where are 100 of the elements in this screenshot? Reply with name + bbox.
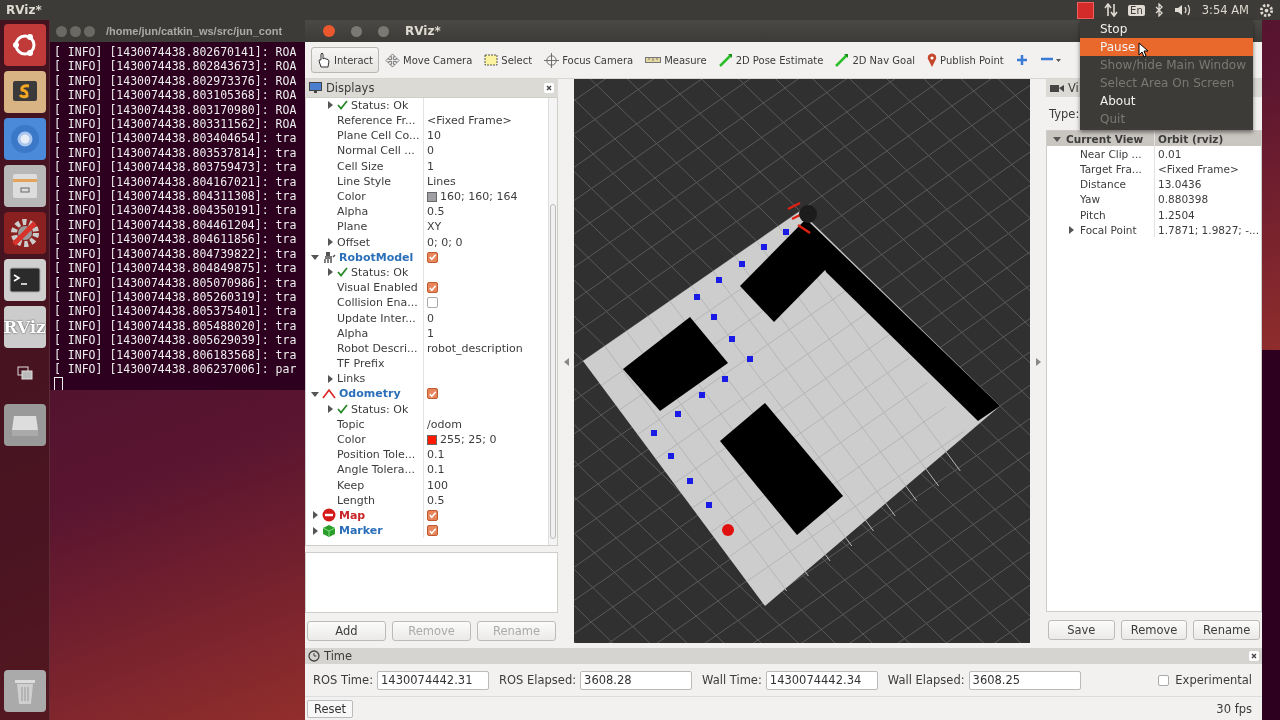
log-line: [ INFO] [1430074438.804167021]: tra xyxy=(54,174,298,190)
clock[interactable]: 3:54 AM xyxy=(1201,3,1249,17)
panel-button[interactable]: Save xyxy=(1048,620,1115,640)
maximize-icon[interactable] xyxy=(378,25,389,37)
expander-arrow-icon[interactable] xyxy=(326,374,334,383)
property-value: XY xyxy=(427,220,442,234)
expander-arrow-icon[interactable] xyxy=(311,526,319,535)
checkbox[interactable] xyxy=(427,525,438,537)
close-icon[interactable] xyxy=(544,82,554,93)
globe-icon xyxy=(8,123,41,155)
property-name: Offset xyxy=(337,235,371,249)
expander-arrow-icon[interactable] xyxy=(326,405,334,414)
panel-button[interactable]: Remove xyxy=(1120,620,1188,640)
status-label: Status: Ok xyxy=(351,402,409,416)
panel-title: Time xyxy=(324,649,354,663)
checkbox[interactable] xyxy=(427,388,438,400)
expander-arrow-icon[interactable] xyxy=(311,511,319,520)
log-line: [ INFO] [1430074438.805375401]: tra xyxy=(54,304,298,319)
checkbox[interactable] xyxy=(1158,674,1170,686)
property-value: 0.01 xyxy=(1158,147,1182,160)
display-name[interactable]: Map xyxy=(339,508,366,522)
expander-arrow-icon[interactable] xyxy=(311,253,319,262)
log-line: [ INFO] [1430074438.803105368]: ROA xyxy=(54,88,298,103)
display-name[interactable]: Odometry xyxy=(339,387,401,401)
log-line: [ INFO] [1430074438.805070986]: tra xyxy=(54,275,298,290)
settings-launcher-button[interactable] xyxy=(3,212,46,254)
menu-item[interactable]: About xyxy=(1080,92,1253,110)
expander-arrow-icon[interactable] xyxy=(311,389,319,398)
expander-arrow-icon[interactable] xyxy=(1053,134,1061,143)
bluetooth-icon[interactable] xyxy=(1154,3,1164,17)
log-line: [ INFO] [1430074438.805260319]: tra xyxy=(54,289,298,305)
clock-icon xyxy=(308,650,320,662)
collapse-arrow-icon[interactable] xyxy=(563,358,569,366)
reset-button[interactable]: Reset xyxy=(307,699,354,718)
file-cabinet-launcher-button[interactable] xyxy=(3,165,46,207)
tool-button[interactable]: Interact xyxy=(311,47,380,73)
keyboard-layout-indicator[interactable]: En xyxy=(1128,4,1145,16)
gear-wrench-icon xyxy=(8,217,41,249)
property-name: Focal Point xyxy=(1080,223,1137,236)
tool-button[interactable]: 2D Nav Goal xyxy=(829,48,922,72)
recorder-icon[interactable] xyxy=(1077,1,1095,19)
property-value: 0.5 xyxy=(427,493,445,507)
terminal-icon xyxy=(8,267,41,293)
text-editor-launcher-button[interactable] xyxy=(3,71,46,113)
expander-arrow-icon[interactable] xyxy=(326,268,334,277)
close-icon[interactable] xyxy=(1249,651,1259,661)
menu-item[interactable]: Stop xyxy=(1080,20,1253,38)
expander-arrow-icon[interactable] xyxy=(326,101,334,110)
collapse-arrow-icon[interactable] xyxy=(1035,358,1041,366)
property-name: Links xyxy=(337,372,366,386)
input-field[interactable]: 3608.28 xyxy=(580,670,693,690)
caret-line-icon xyxy=(322,386,336,401)
property-name: Pitch xyxy=(1080,208,1106,221)
gear-icon[interactable] xyxy=(1259,2,1274,18)
log-line: [ INFO] [1430074438.804350191]: tra xyxy=(54,203,298,218)
robot-icon xyxy=(322,250,336,265)
tool-button[interactable]: 2D Pose Estimate xyxy=(712,48,830,72)
window-title: RViz* xyxy=(405,24,441,38)
display-name[interactable]: Marker xyxy=(339,524,383,538)
input-field[interactable]: 3608.25 xyxy=(968,670,1081,690)
input-field[interactable]: 1430074442.31 xyxy=(377,670,489,690)
property-name: Near Clip ... xyxy=(1080,147,1142,160)
volume-icon[interactable] xyxy=(1173,3,1192,17)
drive-launcher-button[interactable] xyxy=(3,404,46,446)
checkbox[interactable] xyxy=(427,282,438,294)
expander-arrow-icon[interactable] xyxy=(326,238,334,247)
color-swatch[interactable] xyxy=(427,434,437,445)
view-type: Orbit (rviz) xyxy=(1158,132,1224,145)
log-line: [ INFO] [1430074438.803170980]: ROA xyxy=(54,102,298,118)
tool-button[interactable]: Publish Point xyxy=(921,48,1010,72)
panel-button[interactable]: Add xyxy=(307,621,386,641)
property-name: Normal Cell ... xyxy=(337,144,415,158)
checkbox[interactable] xyxy=(427,509,438,521)
tool-button[interactable]: Focus Camera xyxy=(538,47,640,73)
scrollbar[interactable] xyxy=(548,97,557,545)
expander-arrow-icon[interactable] xyxy=(1067,225,1075,234)
trash-launcher-button[interactable] xyxy=(3,670,46,712)
field-label: ROS Time: xyxy=(313,673,373,687)
property-name: Reference Fr... xyxy=(337,114,416,128)
browser-launcher-button[interactable] xyxy=(3,118,46,160)
network-arrows-icon[interactable] xyxy=(1104,3,1119,17)
tool-button[interactable]: Measure xyxy=(639,49,713,71)
input-field[interactable]: 1430074442.34 xyxy=(765,670,878,690)
display-name[interactable]: RobotModel xyxy=(339,250,414,264)
map-render-drawing[interactable] xyxy=(574,79,1030,643)
dash-launcher-button[interactable] xyxy=(3,24,46,66)
color-swatch[interactable] xyxy=(427,191,437,202)
property-value: 255; 25; 0 xyxy=(440,433,497,446)
minimize-icon[interactable] xyxy=(351,25,362,37)
tool-button[interactable]: Select xyxy=(478,49,539,71)
panel-title: Vi xyxy=(1068,81,1079,95)
property-value: 0.1 xyxy=(427,448,445,462)
tool-button[interactable]: Move Camera xyxy=(379,47,479,73)
terminal-launcher-button[interactable] xyxy=(3,259,46,301)
checkbox[interactable] xyxy=(427,297,438,309)
panel-button[interactable]: Rename xyxy=(1193,620,1260,640)
checkbox[interactable] xyxy=(427,251,438,263)
property-name: Alpha xyxy=(337,326,369,340)
view-name[interactable]: Current View xyxy=(1066,132,1144,145)
property-name: Distance xyxy=(1080,178,1126,191)
